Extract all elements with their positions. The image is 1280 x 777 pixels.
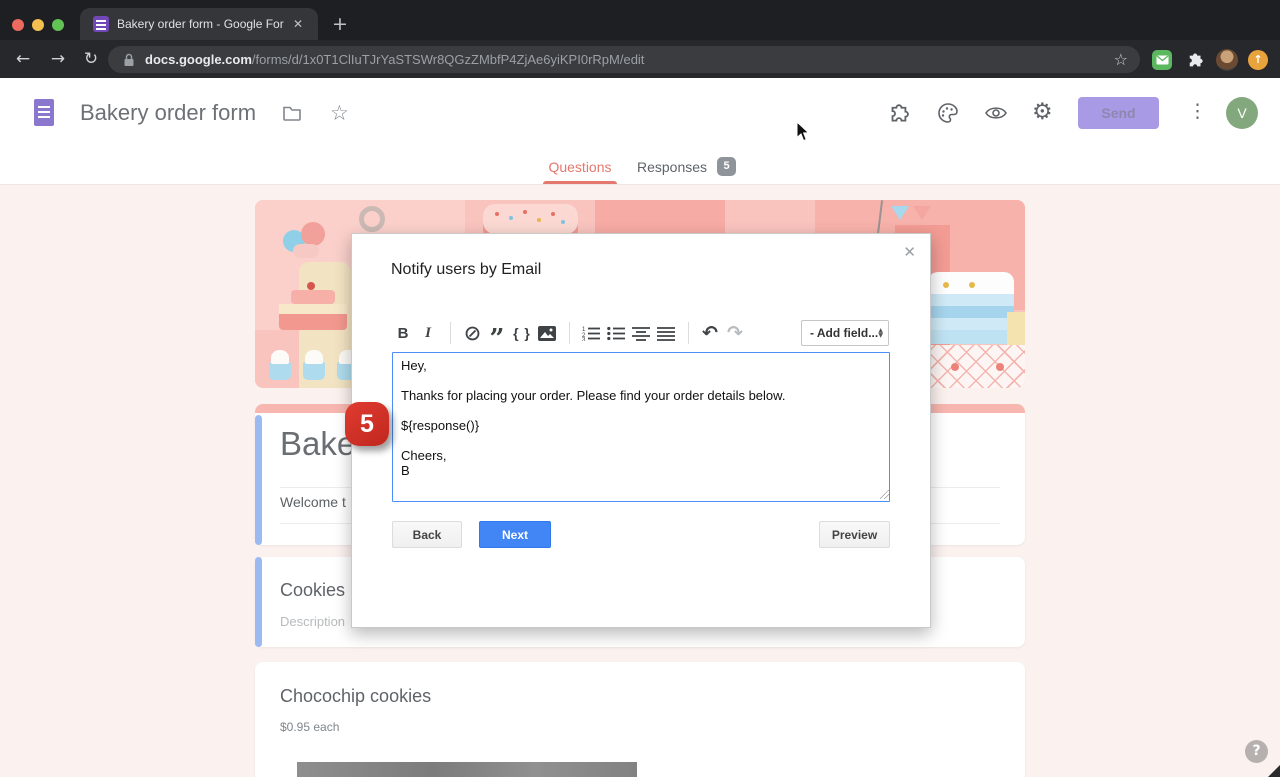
toolbar-divider	[569, 322, 570, 344]
insert-link-button[interactable]	[460, 320, 484, 346]
banner-yellow-block	[1007, 312, 1025, 346]
banner-dots	[943, 282, 949, 288]
banner-cupcake-cup	[269, 362, 291, 380]
next-button[interactable]: Next	[479, 521, 551, 548]
star-form-icon[interactable]: ☆	[330, 101, 349, 125]
profile-sync-icon[interactable]: ↑	[1248, 50, 1268, 70]
editor-toolbar: B I ” { } 123 ↶	[391, 319, 748, 347]
window-zoom-button[interactable]	[52, 19, 64, 31]
address-bar[interactable]: docs.google.com/forms/d/1x0T1ClIuTJrYaST…	[108, 46, 1140, 73]
add-field-label: - Add field...	[810, 326, 878, 340]
extensions-puzzle-icon[interactable]	[1186, 50, 1206, 70]
back-button[interactable]: Back	[392, 521, 462, 548]
section-title[interactable]: Cookies	[280, 580, 345, 601]
align-center-button[interactable]	[629, 320, 653, 346]
notify-users-modal: Notify users by Email ✕ B I ” { } 123	[351, 233, 931, 628]
send-button[interactable]: Send	[1078, 97, 1159, 129]
selected-card-accent	[255, 557, 262, 647]
chocochip-question-card[interactable]: Chocochip cookies $0.95 each	[255, 662, 1025, 777]
form-title[interactable]: Bakery order form	[80, 100, 256, 126]
reload-icon[interactable]: ↻	[78, 49, 104, 69]
add-field-dropdown[interactable]: - Add field... ▲▼	[801, 320, 889, 346]
bookmark-star-icon[interactable]: ☆	[1114, 50, 1128, 69]
banner-frosting	[928, 272, 1014, 294]
banner-cake-tier	[279, 314, 347, 330]
preview-button[interactable]: Preview	[819, 521, 890, 548]
form-description-field[interactable]: Welcome t	[280, 494, 346, 510]
insert-image-button[interactable]	[535, 320, 559, 346]
lock-icon	[122, 52, 136, 68]
responses-count-badge: 5	[717, 157, 736, 176]
numbered-list-button[interactable]: 123	[579, 320, 603, 346]
google-forms-favicon	[93, 16, 109, 32]
new-tab-button[interactable]: +	[332, 13, 348, 35]
customize-theme-palette-icon[interactable]	[936, 101, 960, 125]
blockquote-button[interactable]: ”	[485, 320, 509, 346]
bold-button[interactable]: B	[391, 320, 415, 346]
tab-title: Bakery order form - Google For	[117, 17, 289, 31]
url-domain: docs.google.com	[145, 52, 252, 67]
screen: Bakery order form - Google For ✕ + ← → ↻…	[0, 0, 1280, 777]
banner-blue-cake	[928, 294, 1014, 306]
question-title[interactable]: Chocochip cookies	[280, 686, 431, 707]
section-description[interactable]: Description	[280, 614, 345, 629]
url-path: /forms/d/1x0T1ClIuTJrYaSTSWr8QGzZMbfP4Zj…	[252, 52, 645, 67]
account-avatar[interactable]: V	[1226, 97, 1258, 129]
corner-artifact	[1268, 765, 1280, 777]
help-button[interactable]: ?	[1245, 740, 1268, 763]
banner-lattice	[927, 345, 1025, 388]
banner-macaron	[293, 244, 319, 258]
active-tab-underline	[543, 181, 617, 184]
email-notifications-extension-icon[interactable]	[1152, 50, 1172, 70]
window-close-button[interactable]	[12, 19, 24, 31]
code-button[interactable]: { }	[510, 320, 534, 346]
modal-title: Notify users by Email	[391, 261, 541, 279]
move-to-folder-icon[interactable]	[282, 104, 302, 122]
banner-macaron	[301, 222, 325, 246]
modal-close-icon[interactable]: ✕	[903, 243, 916, 261]
forward-icon[interactable]: →	[45, 49, 71, 69]
tab-close-icon[interactable]: ✕	[293, 17, 303, 31]
browser-tab-strip: Bakery order form - Google For ✕ +	[0, 0, 1280, 40]
banner-ring	[359, 206, 385, 232]
redo-button[interactable]: ↷	[723, 320, 747, 346]
cookie-photo	[297, 762, 637, 777]
settings-gear-icon[interactable]: ⚙	[1032, 99, 1053, 125]
back-icon[interactable]: ←	[10, 49, 36, 69]
bulleted-list-button[interactable]	[604, 320, 628, 346]
browser-profile-avatar[interactable]	[1216, 49, 1238, 71]
banner-cherry	[307, 282, 315, 290]
email-message-textarea[interactable]: Hey, Thanks for placing your order. Plea…	[392, 352, 890, 502]
dropdown-down-arrow: ▼	[878, 333, 883, 338]
step-annotation-badge: 5	[345, 402, 389, 446]
banner-blue-cake-base	[921, 330, 1021, 344]
italic-button[interactable]: I	[416, 320, 440, 346]
toolbar-divider	[688, 322, 689, 344]
mouse-cursor	[796, 122, 810, 142]
forms-document-icon	[34, 99, 54, 126]
form-title-field[interactable]: Bake	[280, 425, 355, 463]
add-ons-icon[interactable]	[888, 101, 912, 125]
more-options-icon[interactable]: ⋮	[1188, 100, 1207, 122]
question-description: $0.95 each	[280, 720, 339, 734]
browser-tab[interactable]: Bakery order form - Google For ✕	[80, 8, 318, 40]
svg-text:3: 3	[582, 337, 586, 341]
banner-cake-tier	[291, 290, 335, 304]
tab-questions[interactable]: Questions	[543, 159, 617, 175]
preview-eye-icon[interactable]	[984, 104, 1008, 122]
window-minimize-button[interactable]	[32, 19, 44, 31]
banner-flag	[891, 206, 909, 220]
toolbar-divider	[450, 322, 451, 344]
selected-card-accent	[255, 415, 262, 545]
banner-cake-tier	[279, 304, 347, 314]
tab-responses[interactable]: Responses	[637, 159, 707, 175]
textarea-resize-handle[interactable]	[880, 490, 889, 499]
banner-cupcake-swirl	[271, 350, 289, 364]
align-justify-button[interactable]	[654, 320, 678, 346]
banner-flag	[913, 206, 931, 220]
undo-button[interactable]: ↶	[698, 320, 722, 346]
